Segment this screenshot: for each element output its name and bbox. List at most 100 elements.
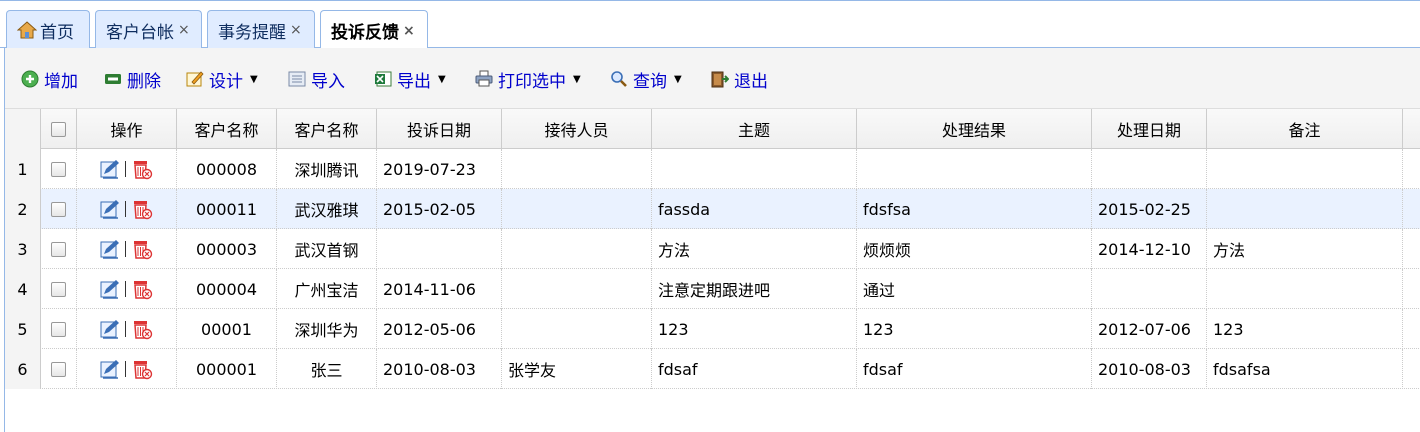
customer-name-cell: 武汉雅琪	[277, 189, 377, 229]
column-header-result[interactable]: 处理结果	[857, 109, 1092, 149]
table-row[interactable]: 6 000001 张三 2010-08-03 张学友 fdsaf fdsaf 2010-08-…	[5, 349, 1420, 389]
delete-icon[interactable]	[131, 238, 153, 260]
row-action-icons	[100, 238, 153, 260]
query-button[interactable]: 查询 ▼	[610, 67, 682, 92]
delete-button[interactable]: 删除	[104, 67, 161, 92]
close-icon[interactable]: ×	[403, 23, 415, 39]
row-checkbox-cell[interactable]	[41, 149, 77, 189]
row-number: 4	[5, 269, 41, 309]
tab-reminders[interactable]: 事务提醒 ×	[207, 10, 315, 49]
edit-icon[interactable]	[100, 199, 120, 219]
row-checkbox-cell[interactable]	[41, 349, 77, 389]
column-header-staff[interactable]: 接待人员	[502, 109, 652, 149]
edit-icon[interactable]	[100, 359, 120, 379]
exit-icon	[711, 71, 729, 88]
table-row[interactable]: 3 000003 武汉首钢 方法 烦烦烦 2014-12-10 方法	[5, 229, 1420, 269]
action-separator	[125, 321, 126, 337]
design-button[interactable]: 设计 ▼	[186, 67, 258, 92]
edit-icon[interactable]	[100, 319, 120, 339]
row-actions[interactable]	[77, 349, 177, 389]
print-selected-button[interactable]: 打印选中 ▼	[475, 67, 581, 92]
add-button[interactable]: 增加	[21, 67, 78, 92]
delete-icon[interactable]	[131, 278, 153, 300]
subject-cell: 123	[652, 309, 857, 349]
table-row[interactable]: 5 00001 深圳华为 2012-05-06 123 123 2012-07-06 123	[5, 309, 1420, 349]
column-header-customer-code[interactable]: 客户名称	[177, 109, 277, 149]
notes-cell: fdsafsa	[1207, 349, 1403, 389]
close-icon[interactable]: ×	[290, 22, 302, 38]
column-header-subject[interactable]: 主题	[652, 109, 857, 149]
edit-icon[interactable]	[100, 279, 120, 299]
customer-code-cell: 000008	[177, 149, 277, 189]
row-number: 6	[5, 349, 41, 389]
row-checkbox[interactable]	[51, 281, 66, 297]
close-icon[interactable]: ×	[178, 22, 190, 38]
process-date-cell	[1092, 149, 1207, 189]
row-checkbox[interactable]	[51, 241, 66, 257]
table-row[interactable]: 4 000004 广州宝洁 2014-11-06 注意定期跟进吧 通过	[5, 269, 1420, 309]
process-date-cell: 2012-07-06	[1092, 309, 1207, 349]
notes-cell: 方法	[1207, 229, 1403, 269]
edit-icon[interactable]	[100, 239, 120, 259]
column-header-complaint-date[interactable]: 投诉日期	[377, 109, 502, 149]
table-row[interactable]: 2 000011 武汉雅琪 2015-02-05 fassda fdsfsa 2015-02…	[5, 189, 1420, 229]
notes-cell	[1207, 149, 1403, 189]
column-header-actions[interactable]: 操作	[77, 109, 177, 149]
column-header-notes[interactable]: 备注	[1207, 109, 1403, 149]
complaint-date-cell	[377, 229, 502, 269]
row-action-icons	[100, 318, 153, 340]
row-actions[interactable]	[77, 149, 177, 189]
delete-icon[interactable]	[131, 158, 153, 180]
search-icon	[611, 71, 627, 87]
staff-cell: 张学友	[502, 349, 652, 389]
import-icon	[288, 71, 306, 87]
export-button[interactable]: 导出 ▼	[374, 67, 446, 92]
import-button[interactable]: 导入	[288, 67, 345, 92]
row-actions[interactable]	[77, 309, 177, 349]
subject-cell: 注意定期跟进吧	[652, 269, 857, 309]
row-number: 5	[5, 309, 41, 349]
column-header-process-date[interactable]: 处理日期	[1092, 109, 1207, 149]
customer-code-cell: 000011	[177, 189, 277, 229]
select-all-checkbox[interactable]	[51, 121, 66, 137]
tab-complaints[interactable]: 投诉反馈 ×	[320, 10, 428, 50]
exit-button[interactable]: 退出	[711, 67, 768, 92]
tab-label: 投诉反馈	[331, 23, 399, 43]
import-label: 导入	[311, 71, 345, 92]
column-header-customer-name[interactable]: 客户名称	[277, 109, 377, 149]
row-checkbox-cell[interactable]	[41, 309, 77, 349]
row-checkbox[interactable]	[51, 161, 66, 177]
delete-icon	[105, 74, 121, 84]
process-date-cell: 2015-02-25	[1092, 189, 1207, 229]
delete-icon[interactable]	[131, 318, 153, 340]
customer-name-cell: 广州宝洁	[277, 269, 377, 309]
delete-icon[interactable]	[131, 198, 153, 220]
select-all-checkbox-cell[interactable]	[41, 109, 77, 149]
tab-customer-ledger[interactable]: 客户台帐 ×	[95, 10, 202, 49]
action-separator	[125, 361, 126, 377]
excel-icon	[375, 71, 392, 87]
chevron-down-icon: ▼	[250, 73, 258, 85]
customer-name-cell: 张三	[277, 349, 377, 389]
row-checkbox-cell[interactable]	[41, 189, 77, 229]
process-date-cell	[1092, 269, 1207, 309]
row-actions[interactable]	[77, 269, 177, 309]
subject-cell: fdsaf	[652, 349, 857, 389]
complaint-date-cell: 2014-11-06	[377, 269, 502, 309]
row-actions[interactable]	[77, 189, 177, 229]
row-checkbox-cell[interactable]	[41, 269, 77, 309]
row-checkbox-cell[interactable]	[41, 229, 77, 269]
row-checkbox[interactable]	[51, 321, 66, 337]
table-row[interactable]: 1 000008 深圳腾讯 2019-07-23	[5, 149, 1420, 189]
delete-icon[interactable]	[131, 358, 153, 380]
edit-icon[interactable]	[100, 159, 120, 179]
complaint-date-cell: 2019-07-23	[377, 149, 502, 189]
row-checkbox[interactable]	[51, 361, 66, 377]
result-cell	[857, 149, 1092, 189]
action-separator	[125, 201, 126, 217]
row-checkbox[interactable]	[51, 201, 66, 217]
customer-name-cell: 深圳腾讯	[277, 149, 377, 189]
tab-home[interactable]: 首页	[6, 10, 90, 49]
row-actions[interactable]	[77, 229, 177, 269]
customer-code-cell: 000003	[177, 229, 277, 269]
